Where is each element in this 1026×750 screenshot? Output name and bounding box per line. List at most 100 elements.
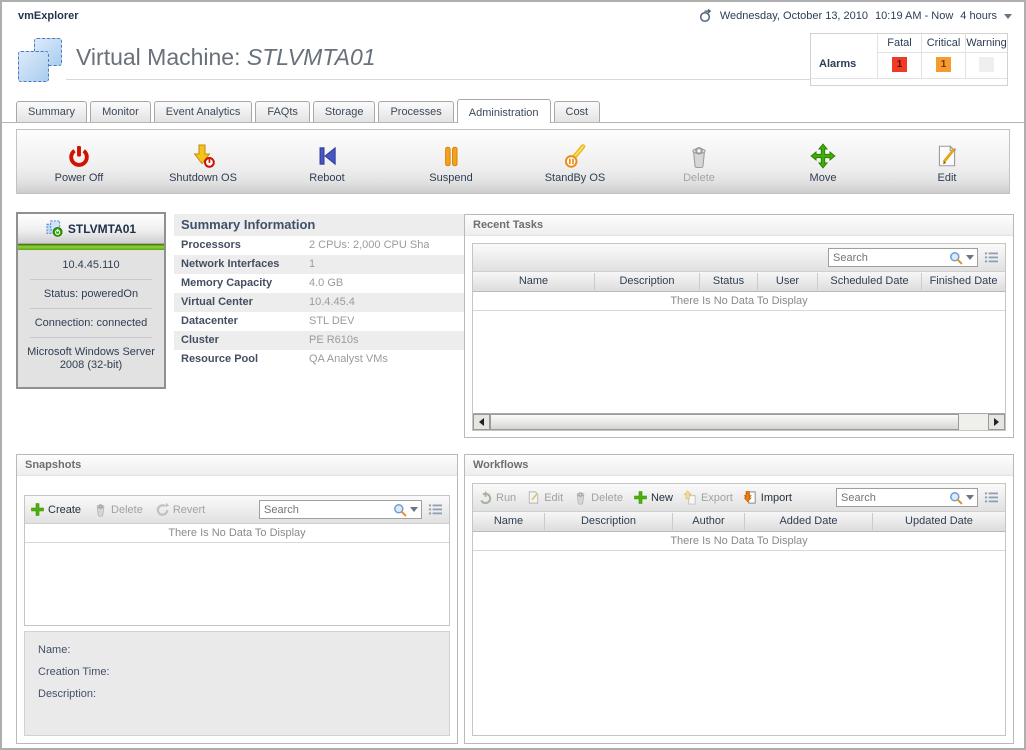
- new-workflow-button[interactable]: New: [633, 490, 673, 505]
- suspend-button[interactable]: Suspend: [389, 130, 513, 193]
- revert-snapshot-button[interactable]: Revert: [155, 502, 205, 517]
- create-snapshot-button[interactable]: Create: [30, 502, 81, 517]
- search-icon[interactable]: [949, 491, 963, 505]
- reboot-label: Reboot: [309, 172, 344, 184]
- workflows-title: Workflows: [465, 455, 1013, 476]
- delete-snapshot-button[interactable]: Delete: [93, 502, 143, 517]
- fatal-badge[interactable]: 1: [892, 57, 907, 72]
- summary-label: Processors: [181, 239, 309, 251]
- table-customizer-icon[interactable]: [984, 491, 1000, 504]
- col-description[interactable]: Description: [545, 513, 673, 530]
- search-icon[interactable]: [393, 503, 407, 517]
- col-description[interactable]: Description: [595, 273, 700, 290]
- table-customizer-icon[interactable]: [428, 503, 444, 516]
- time-range-selector[interactable]: Wednesday, October 13, 2010 10:19 AM - N…: [699, 9, 1012, 23]
- snapshots-toolbar: Create Delete: [25, 496, 449, 524]
- scrollbar-thumb[interactable]: [490, 414, 959, 430]
- standby-os-icon: [562, 143, 588, 169]
- search-input[interactable]: [837, 492, 946, 504]
- summary-value: QA Analyst VMs: [309, 353, 388, 365]
- vm-ip-address: 10.4.45.110: [18, 259, 164, 271]
- summary-value: 2 CPUs: 2,000 CPU Sha: [309, 239, 429, 251]
- tab-event-analytics[interactable]: Event Analytics: [154, 101, 253, 122]
- alarms-fatal-cell[interactable]: 1: [877, 52, 921, 78]
- tab-faqts[interactable]: FAQts: [255, 101, 310, 122]
- tab-cost[interactable]: Cost: [554, 101, 601, 122]
- export-workflow-button[interactable]: Export: [683, 490, 733, 505]
- summary-row-processors: Processors 2 CPUs: 2,000 CPU Sha: [174, 236, 464, 255]
- tab-processes[interactable]: Processes: [378, 101, 453, 122]
- workflows-search: [836, 488, 978, 507]
- edit-button[interactable]: Edit: [885, 130, 1009, 193]
- col-author[interactable]: Author: [673, 513, 745, 530]
- alarms-critical-cell[interactable]: 1: [921, 52, 965, 78]
- suspend-label: Suspend: [429, 172, 472, 184]
- reboot-button[interactable]: Reboot: [265, 130, 389, 193]
- horizontal-scrollbar[interactable]: [473, 413, 1005, 430]
- shutdown-os-icon: [190, 143, 216, 169]
- snapshot-name-label: Name:: [38, 644, 436, 656]
- summary-value: 10.4.45.4: [309, 296, 355, 308]
- critical-badge[interactable]: 1: [936, 57, 951, 72]
- move-button[interactable]: Move: [761, 130, 885, 193]
- col-added-date[interactable]: Added Date: [745, 513, 873, 530]
- col-name[interactable]: Name: [473, 273, 595, 290]
- delete-vm-button[interactable]: Delete: [637, 130, 761, 193]
- standby-os-label: StandBy OS: [545, 172, 606, 184]
- summary-value: PE R610s: [309, 334, 359, 346]
- alarms-table: Fatal Critical Warning Alarms 1 1: [810, 33, 1008, 86]
- tab-monitor[interactable]: Monitor: [90, 101, 151, 122]
- scroll-right-button[interactable]: [988, 414, 1005, 430]
- col-name[interactable]: Name: [473, 513, 545, 530]
- delete-workflow-button[interactable]: Delete: [573, 490, 623, 505]
- vmexplorer-page: vmExplorer Wednesday, October 13, 2010 1…: [0, 0, 1026, 750]
- alarms-footer-strip: [811, 78, 1007, 85]
- power-off-button[interactable]: Power Off: [17, 130, 141, 193]
- move-label: Move: [810, 172, 837, 184]
- col-scheduled-date[interactable]: Scheduled Date: [818, 273, 922, 290]
- search-options-caret[interactable]: [966, 495, 974, 500]
- search-input[interactable]: [829, 252, 946, 264]
- revert-icon: [155, 502, 170, 517]
- move-icon: [810, 143, 836, 169]
- recent-tasks-empty-message: There Is No Data To Display: [473, 292, 1005, 311]
- alarms-warning-cell[interactable]: [965, 52, 1007, 78]
- import-workflow-button[interactable]: Import: [743, 490, 792, 505]
- export-icon: [683, 490, 698, 505]
- search-options-caret[interactable]: [410, 507, 418, 512]
- tab-administration[interactable]: Administration: [457, 99, 551, 123]
- chevron-down-icon[interactable]: [1004, 14, 1012, 19]
- vm-actions-toolbar: Power Off Shutdown OS Reboot: [16, 129, 1010, 194]
- table-customizer-icon[interactable]: [984, 251, 1000, 264]
- vm-power-status: Status: poweredOn: [18, 288, 164, 300]
- export-workflow-label: Export: [701, 492, 733, 504]
- time-range-date: Wednesday, October 13, 2010: [720, 10, 868, 22]
- summary-label: Resource Pool: [181, 353, 309, 365]
- reboot-icon: [314, 143, 340, 169]
- tab-summary[interactable]: Summary: [16, 101, 87, 122]
- run-workflow-button[interactable]: Run: [478, 490, 516, 505]
- standby-os-button[interactable]: StandBy OS: [513, 130, 637, 193]
- col-status[interactable]: Status: [700, 273, 758, 290]
- col-finished-date[interactable]: Finished Date: [922, 273, 1005, 290]
- tab-storage[interactable]: Storage: [313, 101, 376, 122]
- col-updated-date[interactable]: Updated Date: [873, 513, 1005, 530]
- col-user[interactable]: User: [758, 273, 818, 290]
- search-input[interactable]: [260, 504, 390, 516]
- summary-row-virtual-center: Virtual Center 10.4.45.4: [174, 293, 464, 312]
- recent-tasks-panel: Recent Tasks: [464, 214, 1014, 438]
- trash-icon: [93, 502, 108, 517]
- edit-label: Edit: [938, 172, 957, 184]
- app-title: vmExplorer: [18, 10, 79, 22]
- search-icon[interactable]: [949, 251, 963, 265]
- scroll-left-button[interactable]: [473, 414, 490, 430]
- power-off-label: Power Off: [55, 172, 104, 184]
- edit-workflow-button[interactable]: Edit: [526, 490, 563, 505]
- snapshots-panel: Snapshots Create Del: [16, 454, 458, 744]
- workflows-empty-message: There Is No Data To Display: [473, 532, 1005, 551]
- summary-title: Summary Information: [174, 214, 464, 236]
- search-options-caret[interactable]: [966, 255, 974, 260]
- import-icon: [743, 490, 758, 505]
- tabbar: Summary Monitor Event Analytics FAQts St…: [16, 98, 600, 123]
- shutdown-os-button[interactable]: Shutdown OS: [141, 130, 265, 193]
